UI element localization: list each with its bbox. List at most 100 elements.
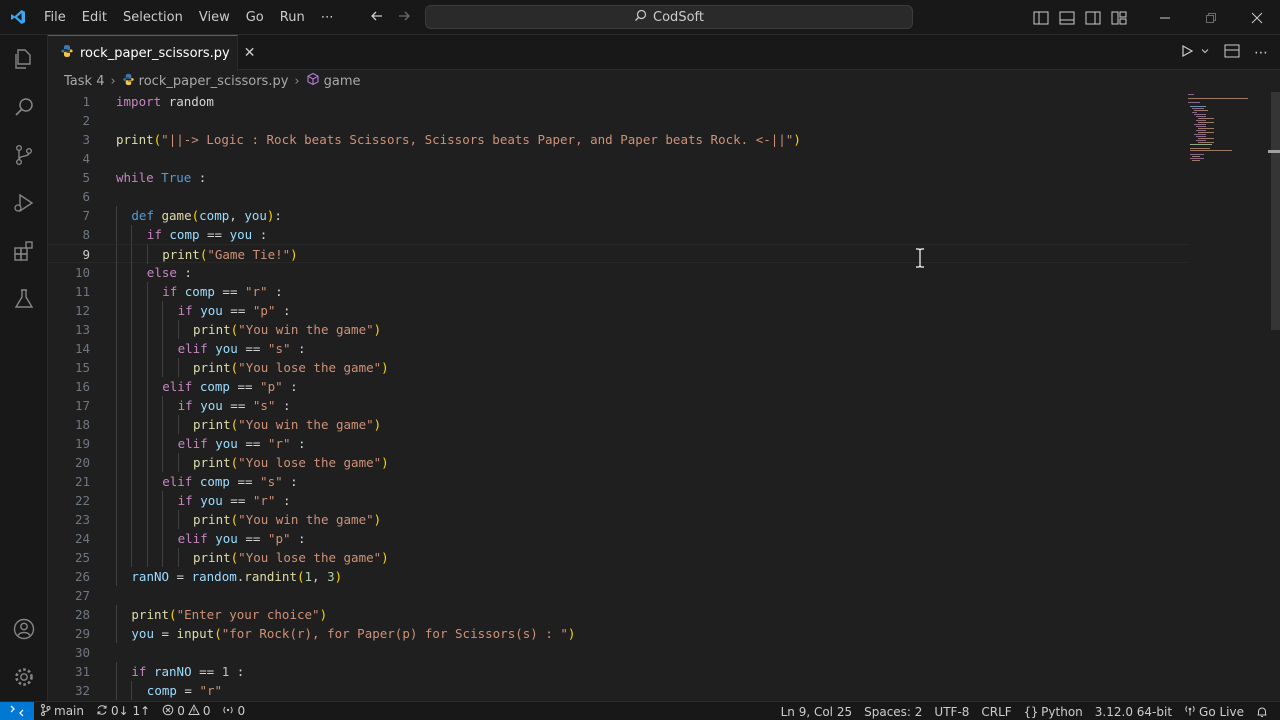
code-line[interactable]: 18 print("You win the game") [48, 415, 1188, 434]
line-number[interactable]: 18 [48, 415, 90, 434]
sync-status[interactable]: 0↓ 1↑ [90, 704, 156, 719]
menu-run[interactable]: Run [272, 0, 313, 35]
code-line[interactable]: 24 elif you == "p" : [48, 529, 1188, 548]
menu-selection[interactable]: Selection [115, 0, 191, 35]
notifications-bell-icon[interactable] [1250, 706, 1274, 718]
menu-more[interactable]: ⋯ [313, 0, 342, 35]
remote-window-button[interactable] [0, 701, 34, 720]
line-number[interactable]: 4 [48, 149, 90, 168]
command-center-search[interactable]: CodSoft [425, 5, 913, 29]
explorer-icon[interactable] [0, 35, 48, 83]
code-line[interactable]: 13 print("You win the game") [48, 320, 1188, 339]
go-live-button[interactable]: Go Live [1178, 704, 1250, 719]
line-number[interactable]: 12 [48, 301, 90, 320]
line-number[interactable]: 15 [48, 358, 90, 377]
cursor-position[interactable]: Ln 9, Col 25 [775, 705, 859, 719]
menu-view[interactable]: View [191, 0, 238, 35]
line-number[interactable]: 23 [48, 510, 90, 529]
line-number[interactable]: 6 [48, 187, 90, 206]
code-line[interactable]: 28 print("Enter your choice") [48, 605, 1188, 624]
code-line[interactable]: 14 elif you == "s" : [48, 339, 1188, 358]
search-icon[interactable] [0, 83, 48, 131]
line-number[interactable]: 10 [48, 263, 90, 282]
code-line[interactable]: 23 print("You win the game") [48, 510, 1188, 529]
problems-status[interactable]: 0 0 [156, 703, 216, 719]
eol-status[interactable]: CRLF [975, 705, 1017, 719]
toggle-panel-icon[interactable] [1054, 0, 1080, 35]
accounts-icon[interactable] [0, 605, 48, 653]
more-actions-icon[interactable]: ⋯ [1254, 45, 1268, 61]
menu-edit[interactable]: Edit [74, 0, 115, 35]
line-number[interactable]: 32 [48, 681, 90, 700]
encoding-status[interactable]: UTF-8 [928, 705, 975, 719]
code-line[interactable]: 4 [48, 149, 1188, 168]
line-number[interactable]: 31 [48, 662, 90, 681]
toggle-secondary-sidebar-icon[interactable] [1080, 0, 1106, 35]
line-number[interactable]: 20 [48, 453, 90, 472]
code-line[interactable]: 10 else : [48, 263, 1188, 282]
split-editor-icon[interactable] [1224, 44, 1240, 62]
customize-layout-icon[interactable] [1106, 0, 1132, 35]
back-arrow-icon[interactable] [370, 9, 384, 27]
branch-status[interactable]: main [34, 703, 90, 719]
settings-gear-icon[interactable] [0, 653, 48, 701]
python-interpreter[interactable]: 3.12.0 64-bit [1089, 705, 1178, 719]
testing-icon[interactable] [0, 275, 48, 323]
code-line[interactable]: 12 if you == "p" : [48, 301, 1188, 320]
line-number[interactable]: 29 [48, 624, 90, 643]
close-window-button[interactable] [1234, 0, 1280, 35]
breadcrumb-file[interactable]: rock_paper_scissors.py [139, 74, 289, 89]
code-line[interactable]: 6 [48, 187, 1188, 206]
line-number[interactable]: 21 [48, 472, 90, 491]
line-number[interactable]: 16 [48, 377, 90, 396]
code-line[interactable]: 16 elif comp == "p" : [48, 377, 1188, 396]
line-number[interactable]: 24 [48, 529, 90, 548]
forward-arrow-icon[interactable] [397, 9, 411, 27]
minimize-button[interactable] [1142, 0, 1188, 35]
run-python-file-icon[interactable] [1180, 44, 1194, 62]
line-number[interactable]: 5 [48, 168, 90, 187]
line-number[interactable]: 27 [48, 586, 90, 605]
run-debug-icon[interactable] [0, 179, 48, 227]
code-line[interactable]: 9 print("Game Tie!") [48, 244, 1188, 264]
breadcrumb-symbol[interactable]: game [324, 74, 361, 89]
code-line[interactable]: 2 [48, 111, 1188, 130]
code-line[interactable]: 3 print("||-> Logic : Rock beats Scissors… [48, 130, 1188, 149]
language-mode[interactable]: {} Python [1018, 705, 1089, 719]
extensions-icon[interactable] [0, 227, 48, 275]
line-number[interactable]: 9 [48, 245, 90, 264]
restore-button[interactable] [1188, 0, 1234, 35]
line-number[interactable]: 3 [48, 130, 90, 149]
code-line[interactable]: 29 you = input("for Rock(r), for Paper(p)… [48, 624, 1188, 643]
line-number[interactable]: 22 [48, 491, 90, 510]
code-line[interactable]: 8 if comp == you : [48, 225, 1188, 244]
line-number[interactable]: 11 [48, 282, 90, 301]
line-number[interactable]: 30 [48, 643, 90, 662]
line-number[interactable]: 2 [48, 111, 90, 130]
toggle-primary-sidebar-icon[interactable] [1028, 0, 1054, 35]
code-line[interactable]: 21 elif comp == "s" : [48, 472, 1188, 491]
code-line[interactable]: 19 elif you == "r" : [48, 434, 1188, 453]
scrollbar-thumb[interactable] [1271, 92, 1280, 330]
line-number[interactable]: 28 [48, 605, 90, 624]
indentation-status[interactable]: Spaces: 2 [858, 705, 928, 719]
chevron-down-icon[interactable] [1200, 45, 1210, 60]
code-line[interactable]: 26 ranNO = random.randint(1, 3) [48, 567, 1188, 586]
code-line[interactable]: 7 def game(comp, you): [48, 206, 1188, 225]
close-tab-icon[interactable]: ✕ [244, 45, 256, 61]
line-number[interactable]: 19 [48, 434, 90, 453]
line-number[interactable]: 14 [48, 339, 90, 358]
line-number[interactable]: 1 [48, 92, 90, 111]
line-number[interactable]: 25 [48, 548, 90, 567]
code-line[interactable]: 31 if ranNO == 1 : [48, 662, 1188, 681]
line-number[interactable]: 8 [48, 225, 90, 244]
code-line[interactable]: 17 if you == "s" : [48, 396, 1188, 415]
code-line[interactable]: 25 print("You lose the game") [48, 548, 1188, 567]
line-number[interactable]: 17 [48, 396, 90, 415]
code-editor[interactable]: 1 import random 2 3 print("||-> Logic : Rock… [48, 92, 1280, 701]
code-line[interactable]: 15 print("You lose the game") [48, 358, 1188, 377]
code-line[interactable]: 20 print("You lose the game") [48, 453, 1188, 472]
menu-file[interactable]: File [36, 0, 74, 35]
vertical-scrollbar[interactable] [1268, 92, 1280, 701]
code-line[interactable]: 32 comp = "r" [48, 681, 1188, 700]
